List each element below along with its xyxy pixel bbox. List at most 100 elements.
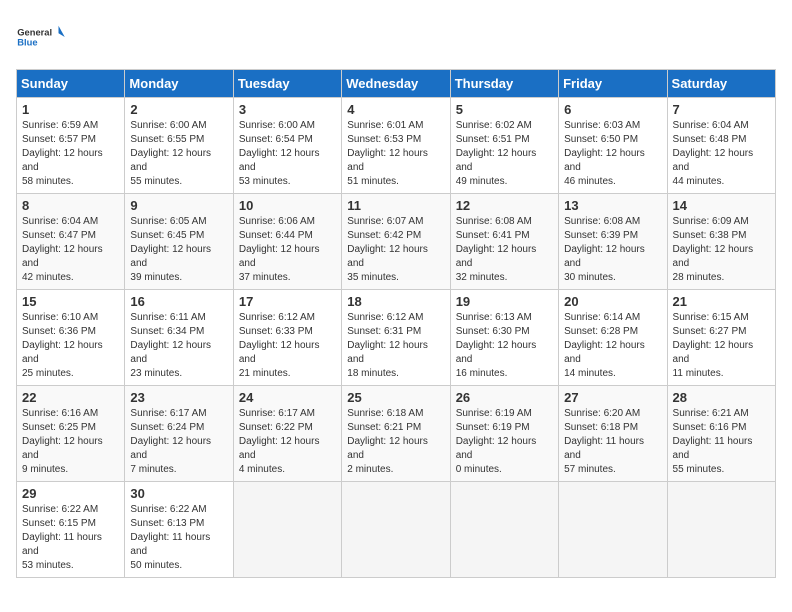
calendar-cell: 21 Sunrise: 6:15 AMSunset: 6:27 PMDaylig… [667,290,775,386]
calendar-cell: 16 Sunrise: 6:11 AMSunset: 6:34 PMDaylig… [125,290,233,386]
calendar-cell: 8 Sunrise: 6:04 AMSunset: 6:47 PMDayligh… [17,194,125,290]
calendar-cell [450,482,558,578]
day-info: Sunrise: 6:00 AMSunset: 6:55 PMDaylight:… [130,119,227,189]
day-number: 23 [130,390,227,405]
day-info: Sunrise: 6:15 AMSunset: 6:27 PMDaylight:… [673,311,770,381]
calendar-cell [342,482,450,578]
logo-svg: General Blue [16,16,66,61]
week-row-2: 8 Sunrise: 6:04 AMSunset: 6:47 PMDayligh… [17,194,776,290]
day-number: 4 [347,102,444,117]
calendar-cell: 4 Sunrise: 6:01 AMSunset: 6:53 PMDayligh… [342,98,450,194]
day-number: 10 [239,198,336,213]
calendar-cell: 24 Sunrise: 6:17 AMSunset: 6:22 PMDaylig… [233,386,341,482]
day-info: Sunrise: 6:17 AMSunset: 6:22 PMDaylight:… [239,407,336,477]
calendar-cell: 17 Sunrise: 6:12 AMSunset: 6:33 PMDaylig… [233,290,341,386]
day-number: 21 [673,294,770,309]
day-info: Sunrise: 6:04 AMSunset: 6:48 PMDaylight:… [673,119,770,189]
day-info: Sunrise: 6:22 AMSunset: 6:15 PMDaylight:… [22,503,119,573]
calendar-cell: 22 Sunrise: 6:16 AMSunset: 6:25 PMDaylig… [17,386,125,482]
day-info: Sunrise: 6:08 AMSunset: 6:39 PMDaylight:… [564,215,661,285]
day-info: Sunrise: 6:19 AMSunset: 6:19 PMDaylight:… [456,407,553,477]
day-info: Sunrise: 6:22 AMSunset: 6:13 PMDaylight:… [130,503,227,573]
day-info: Sunrise: 6:01 AMSunset: 6:53 PMDaylight:… [347,119,444,189]
day-number: 3 [239,102,336,117]
day-info: Sunrise: 6:17 AMSunset: 6:24 PMDaylight:… [130,407,227,477]
day-info: Sunrise: 6:06 AMSunset: 6:44 PMDaylight:… [239,215,336,285]
col-header-saturday: Saturday [667,70,775,98]
week-row-3: 15 Sunrise: 6:10 AMSunset: 6:36 PMDaylig… [17,290,776,386]
day-info: Sunrise: 6:02 AMSunset: 6:51 PMDaylight:… [456,119,553,189]
calendar-cell: 11 Sunrise: 6:07 AMSunset: 6:42 PMDaylig… [342,194,450,290]
day-number: 11 [347,198,444,213]
calendar-cell: 9 Sunrise: 6:05 AMSunset: 6:45 PMDayligh… [125,194,233,290]
col-header-thursday: Thursday [450,70,558,98]
day-number: 28 [673,390,770,405]
day-number: 27 [564,390,661,405]
day-number: 18 [347,294,444,309]
week-row-5: 29 Sunrise: 6:22 AMSunset: 6:15 PMDaylig… [17,482,776,578]
day-info: Sunrise: 6:03 AMSunset: 6:50 PMDaylight:… [564,119,661,189]
page-header: General Blue [16,16,776,61]
day-info: Sunrise: 6:13 AMSunset: 6:30 PMDaylight:… [456,311,553,381]
calendar-cell: 19 Sunrise: 6:13 AMSunset: 6:30 PMDaylig… [450,290,558,386]
day-number: 7 [673,102,770,117]
calendar-cell: 3 Sunrise: 6:00 AMSunset: 6:54 PMDayligh… [233,98,341,194]
day-number: 2 [130,102,227,117]
col-header-friday: Friday [559,70,667,98]
day-number: 20 [564,294,661,309]
day-info: Sunrise: 6:05 AMSunset: 6:45 PMDaylight:… [130,215,227,285]
day-number: 19 [456,294,553,309]
svg-text:Blue: Blue [17,38,37,48]
svg-text:General: General [17,28,52,38]
day-number: 14 [673,198,770,213]
day-number: 30 [130,486,227,501]
calendar-cell [559,482,667,578]
day-number: 1 [22,102,119,117]
day-number: 8 [22,198,119,213]
day-number: 17 [239,294,336,309]
day-info: Sunrise: 6:59 AMSunset: 6:57 PMDaylight:… [22,119,119,189]
day-info: Sunrise: 6:11 AMSunset: 6:34 PMDaylight:… [130,311,227,381]
calendar-table: SundayMondayTuesdayWednesdayThursdayFrid… [16,69,776,578]
calendar-cell: 20 Sunrise: 6:14 AMSunset: 6:28 PMDaylig… [559,290,667,386]
day-info: Sunrise: 6:07 AMSunset: 6:42 PMDaylight:… [347,215,444,285]
day-number: 6 [564,102,661,117]
day-number: 13 [564,198,661,213]
day-info: Sunrise: 6:10 AMSunset: 6:36 PMDaylight:… [22,311,119,381]
calendar-cell [667,482,775,578]
day-number: 15 [22,294,119,309]
col-header-tuesday: Tuesday [233,70,341,98]
day-info: Sunrise: 6:09 AMSunset: 6:38 PMDaylight:… [673,215,770,285]
day-info: Sunrise: 6:18 AMSunset: 6:21 PMDaylight:… [347,407,444,477]
day-info: Sunrise: 6:08 AMSunset: 6:41 PMDaylight:… [456,215,553,285]
calendar-cell: 25 Sunrise: 6:18 AMSunset: 6:21 PMDaylig… [342,386,450,482]
calendar-cell: 1 Sunrise: 6:59 AMSunset: 6:57 PMDayligh… [17,98,125,194]
calendar-cell: 28 Sunrise: 6:21 AMSunset: 6:16 PMDaylig… [667,386,775,482]
day-number: 5 [456,102,553,117]
calendar-cell: 27 Sunrise: 6:20 AMSunset: 6:18 PMDaylig… [559,386,667,482]
calendar-cell: 10 Sunrise: 6:06 AMSunset: 6:44 PMDaylig… [233,194,341,290]
col-header-sunday: Sunday [17,70,125,98]
day-info: Sunrise: 6:04 AMSunset: 6:47 PMDaylight:… [22,215,119,285]
week-row-4: 22 Sunrise: 6:16 AMSunset: 6:25 PMDaylig… [17,386,776,482]
calendar-cell [233,482,341,578]
col-header-wednesday: Wednesday [342,70,450,98]
day-info: Sunrise: 6:12 AMSunset: 6:33 PMDaylight:… [239,311,336,381]
week-row-1: 1 Sunrise: 6:59 AMSunset: 6:57 PMDayligh… [17,98,776,194]
day-info: Sunrise: 6:00 AMSunset: 6:54 PMDaylight:… [239,119,336,189]
calendar-cell: 14 Sunrise: 6:09 AMSunset: 6:38 PMDaylig… [667,194,775,290]
calendar-cell: 7 Sunrise: 6:04 AMSunset: 6:48 PMDayligh… [667,98,775,194]
day-number: 24 [239,390,336,405]
day-info: Sunrise: 6:20 AMSunset: 6:18 PMDaylight:… [564,407,661,477]
day-number: 22 [22,390,119,405]
col-header-monday: Monday [125,70,233,98]
calendar-cell: 5 Sunrise: 6:02 AMSunset: 6:51 PMDayligh… [450,98,558,194]
calendar-cell: 26 Sunrise: 6:19 AMSunset: 6:19 PMDaylig… [450,386,558,482]
calendar-cell: 13 Sunrise: 6:08 AMSunset: 6:39 PMDaylig… [559,194,667,290]
day-number: 29 [22,486,119,501]
day-number: 26 [456,390,553,405]
calendar-cell: 12 Sunrise: 6:08 AMSunset: 6:41 PMDaylig… [450,194,558,290]
calendar-cell: 15 Sunrise: 6:10 AMSunset: 6:36 PMDaylig… [17,290,125,386]
day-number: 25 [347,390,444,405]
calendar-cell: 18 Sunrise: 6:12 AMSunset: 6:31 PMDaylig… [342,290,450,386]
